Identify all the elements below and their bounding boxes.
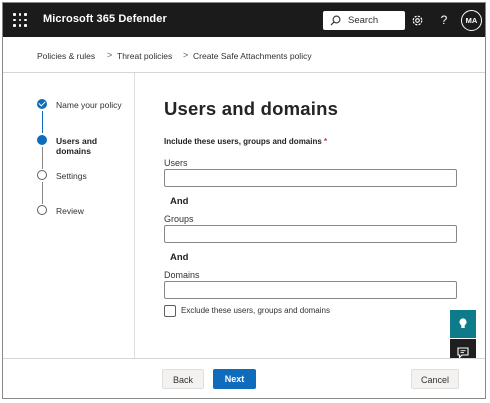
- help-glyph: ?: [440, 13, 448, 27]
- search-placeholder: Search: [348, 15, 379, 26]
- page-title: Users and domains: [164, 98, 339, 119]
- feedback-button[interactable]: [450, 310, 476, 338]
- app-launcher-icon[interactable]: [13, 13, 27, 27]
- step-pending-icon: [37, 205, 47, 215]
- groups-label: Groups: [164, 214, 194, 224]
- settings-icon[interactable]: [408, 11, 426, 29]
- step-name-your-policy[interactable]: Name your policy: [56, 100, 122, 110]
- exclude-checkbox[interactable]: [164, 305, 176, 317]
- step-users-and-domains[interactable]: Users and domains: [56, 136, 134, 156]
- app-title[interactable]: Microsoft 365 Defender: [43, 13, 167, 25]
- cancel-button[interactable]: Cancel: [411, 369, 459, 389]
- step-settings[interactable]: Settings: [56, 171, 87, 181]
- breadcrumb: Policies & rules > Threat policies > Cre…: [3, 37, 485, 73]
- wizard-steps: Name your policy Users and domains Setti…: [3, 73, 135, 358]
- app-window: Microsoft 365 Defender Search ? MA Polic…: [2, 2, 486, 399]
- and-label: And: [170, 252, 189, 263]
- next-button[interactable]: Next: [213, 369, 256, 389]
- breadcrumb-separator: >: [183, 50, 189, 60]
- search-box[interactable]: Search: [323, 11, 405, 30]
- help-icon[interactable]: ?: [435, 11, 453, 29]
- breadcrumb-separator: >: [107, 50, 113, 60]
- domains-input[interactable]: [164, 281, 457, 299]
- exclude-checkbox-label[interactable]: Exclude these users, groups and domains: [181, 306, 330, 315]
- lightbulb-icon: [459, 318, 467, 328]
- step-connector: [41, 182, 43, 204]
- domains-label: Domains: [164, 270, 200, 280]
- back-button[interactable]: Back: [162, 369, 204, 389]
- section-label-text: Include these users, groups and domains: [164, 137, 322, 146]
- step-connector: [41, 111, 43, 133]
- avatar[interactable]: MA: [461, 10, 482, 31]
- step-connector: [41, 147, 43, 169]
- groups-input[interactable]: [164, 225, 457, 243]
- users-input[interactable]: [164, 169, 457, 187]
- breadcrumb-current-page: Create Safe Attachments policy: [193, 51, 312, 61]
- breadcrumb-policies-rules[interactable]: Policies & rules: [37, 51, 95, 61]
- search-icon: [330, 15, 341, 26]
- section-label: Include these users, groups and domains …: [164, 137, 327, 146]
- breadcrumb-threat-policies[interactable]: Threat policies: [117, 51, 172, 61]
- step-current-icon: [37, 135, 47, 145]
- step-review[interactable]: Review: [56, 206, 84, 216]
- wizard-footer: Back Next Cancel: [3, 358, 485, 398]
- users-label: Users: [164, 158, 188, 168]
- step-completed-icon: [37, 99, 47, 109]
- and-label: And: [170, 196, 189, 207]
- required-marker: *: [324, 137, 328, 146]
- top-bar: Microsoft 365 Defender Search ? MA: [3, 3, 485, 37]
- step-pending-icon: [37, 170, 47, 180]
